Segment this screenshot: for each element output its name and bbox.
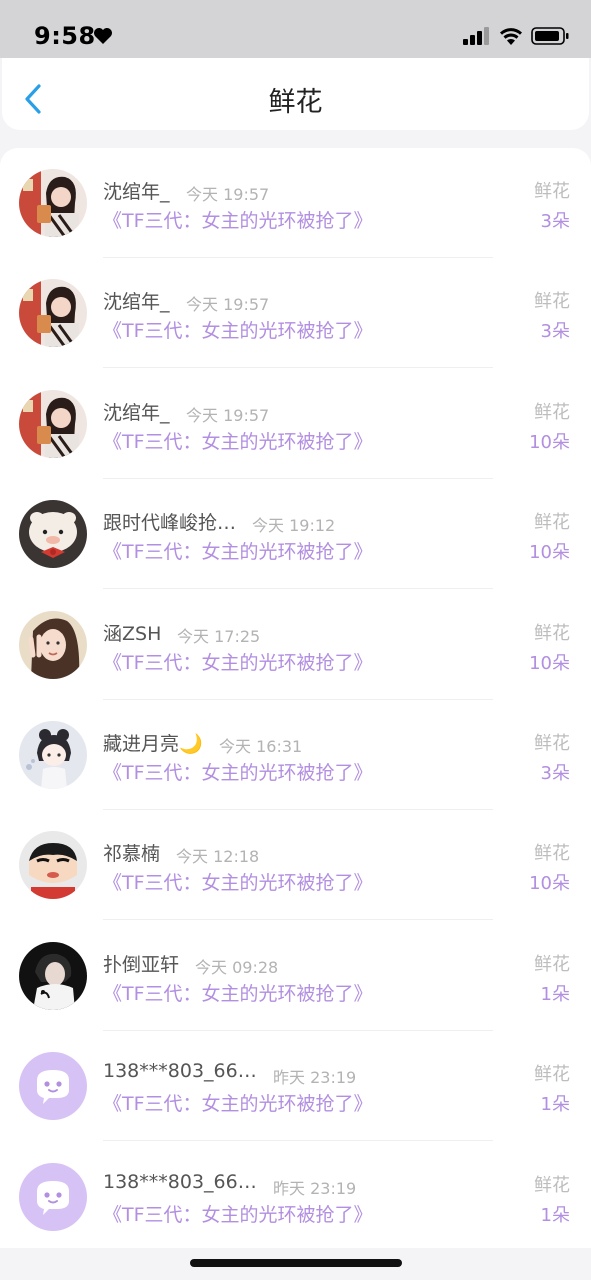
gift-type-label: 鲜花 <box>534 181 570 202</box>
gift-type-label: 鲜花 <box>534 733 570 754</box>
list-item[interactable]: 祁慕楠 今天 12:18 《TF三代：女主的光环被抢了》 鲜花 10朵 <box>0 810 591 921</box>
avatar[interactable] <box>19 389 87 458</box>
book-title-link[interactable]: 《TF三代：女主的光环被抢了》 <box>103 1200 373 1227</box>
user-name: 涵ZSH <box>103 622 162 645</box>
book-title-link[interactable]: 《TF三代：女主的光环被抢了》 <box>103 427 373 454</box>
flower-gift-list: 沈绾年_ 今天 19:57 《TF三代：女主的光环被抢了》 鲜花 3朵 沈绾年_ 今天 1… <box>0 148 591 1248</box>
user-name: 138***803_66… <box>103 1060 257 1083</box>
avatar[interactable] <box>19 721 87 789</box>
avatar[interactable] <box>19 169 87 237</box>
book-title-link[interactable]: 《TF三代：女主的光环被抢了》 <box>103 648 373 675</box>
user-name: 藏进月亮🌙 <box>103 733 203 755</box>
page-title: 鲜花 <box>268 87 323 118</box>
list-item[interactable]: 138***803_66… 昨天 23:19 《TF三代：女主的光环被抢了》 鲜花 1朵 <box>0 1031 591 1142</box>
gift-type-label: 鲜花 <box>534 512 570 534</box>
list-item[interactable]: 沈绾年_ 今天 19:57 《TF三代：女主的光环被抢了》 鲜花 3朵 <box>0 148 591 258</box>
gift-type-label: 鲜花 <box>534 1174 570 1196</box>
gift-timestamp: 今天 19:57 <box>186 185 270 204</box>
list-item[interactable]: 沈绾年_ 今天 19:57 《TF三代：女主的光环被抢了》 鲜花 3朵 <box>0 258 591 369</box>
book-title-link[interactable]: 《TF三代：女主的光环被抢了》 <box>103 1089 373 1116</box>
book-title-link[interactable]: 《TF三代：女主的光环被抢了》 <box>103 206 373 233</box>
avatar[interactable] <box>19 941 87 1010</box>
list-item[interactable]: 138***803_66… 昨天 23:19 《TF三代：女主的光环被抢了》 鲜花 1朵 <box>0 1142 591 1252</box>
book-title-link[interactable]: 《TF三代：女主的光环被抢了》 <box>103 758 373 785</box>
gift-type-label: 鲜花 <box>534 843 570 865</box>
list-item[interactable]: 涵ZSH 今天 17:25 《TF三代：女主的光环被抢了》 鲜花 10朵 <box>0 590 591 700</box>
user-name: 138***803_66… <box>103 1170 257 1193</box>
heart-icon <box>94 28 112 44</box>
gift-count: 10朵 <box>529 542 570 564</box>
gift-type-label: 鲜花 <box>534 291 570 313</box>
book-title-link[interactable]: 《TF三代：女主的光环被抢了》 <box>103 537 373 564</box>
gift-type-label: 鲜花 <box>534 622 570 644</box>
gift-timestamp: 今天 19:57 <box>186 405 270 425</box>
list-item[interactable]: 沈绾年_ 今天 19:57 《TF三代：女主的光环被抢了》 鲜花 10朵 <box>0 369 591 479</box>
gift-timestamp: 今天 17:25 <box>177 626 261 646</box>
user-name: 祁慕楠 <box>103 843 161 866</box>
avatar[interactable] <box>19 500 87 569</box>
gift-timestamp: 今天 12:18 <box>176 847 260 867</box>
gift-timestamp: 今天 19:57 <box>186 295 270 315</box>
gift-count: 3朵 <box>540 321 570 343</box>
user-name: 沈绾年_ <box>103 181 170 203</box>
user-name: 沈绾年_ <box>103 401 170 424</box>
gift-count: 10朵 <box>529 873 570 895</box>
user-name: 扑倒亚轩 <box>103 953 180 976</box>
gift-count: 3朵 <box>540 763 570 784</box>
home-indicator <box>190 1259 402 1267</box>
battery-icon <box>531 27 569 45</box>
gift-timestamp: 昨天 23:19 <box>273 1068 357 1088</box>
list-item[interactable]: 藏进月亮🌙 今天 16:31 《TF三代：女主的光环被抢了》 鲜花 3朵 <box>0 700 591 810</box>
wifi-icon <box>500 28 522 45</box>
gift-timestamp: 昨天 23:19 <box>273 1178 357 1198</box>
avatar[interactable] <box>19 279 87 348</box>
cellular-signal-icon <box>463 27 489 45</box>
user-name: 沈绾年_ <box>103 291 170 314</box>
avatar[interactable] <box>19 1052 87 1121</box>
list-item[interactable]: 跟时代峰峻抢… 今天 19:12 《TF三代：女主的光环被抢了》 鲜花 10朵 <box>0 479 591 590</box>
avatar[interactable] <box>19 831 87 900</box>
gift-count: 3朵 <box>540 211 570 232</box>
gift-count: 1朵 <box>540 1094 570 1116</box>
status-bar: 9:58 <box>0 0 591 58</box>
gift-type-label: 鲜花 <box>534 401 570 423</box>
book-title-link[interactable]: 《TF三代：女主的光环被抢了》 <box>103 979 373 1006</box>
avatar[interactable] <box>19 1162 87 1231</box>
book-title-link[interactable]: 《TF三代：女主的光环被抢了》 <box>103 868 373 895</box>
gift-timestamp: 今天 19:12 <box>252 516 336 536</box>
book-title-link[interactable]: 《TF三代：女主的光环被抢了》 <box>103 316 373 343</box>
status-time: 9:58 <box>34 22 96 50</box>
navigation-bar: 鲜花 <box>2 58 589 130</box>
gift-count: 1朵 <box>540 1204 570 1226</box>
gift-type-label: 鲜花 <box>534 1064 570 1086</box>
user-name: 跟时代峰峻抢… <box>103 512 237 535</box>
gift-count: 10朵 <box>529 431 570 453</box>
gift-timestamp: 今天 09:28 <box>195 957 279 977</box>
list-item[interactable]: 扑倒亚轩 今天 09:28 《TF三代：女主的光环被抢了》 鲜花 1朵 <box>0 921 591 1031</box>
gift-timestamp: 今天 16:31 <box>219 737 303 756</box>
gift-type-label: 鲜花 <box>534 953 570 975</box>
gift-count: 1朵 <box>540 983 570 1005</box>
gift-count: 10朵 <box>529 652 570 674</box>
avatar[interactable] <box>19 610 87 679</box>
